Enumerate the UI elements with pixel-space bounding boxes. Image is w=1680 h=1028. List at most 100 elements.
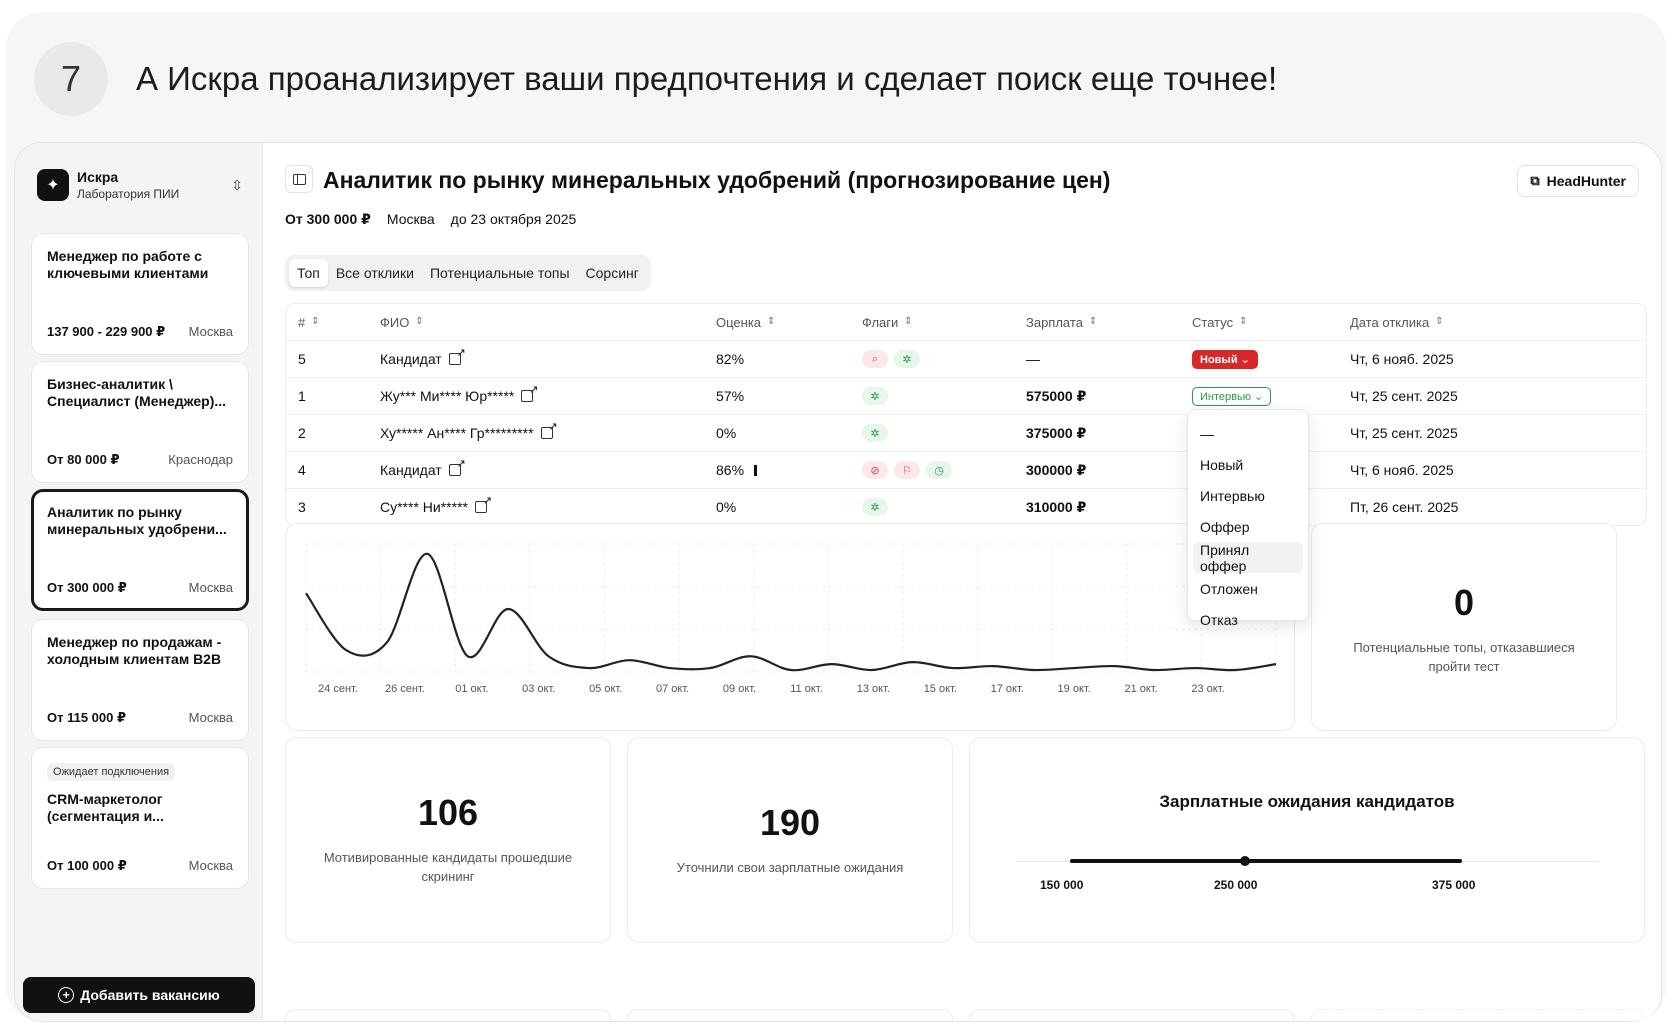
candidate-salary: —	[1026, 351, 1040, 367]
vacancy-card[interactable]: Бизнес-аналитик \ Специалист (Менеджер).…	[31, 361, 249, 483]
card-partial	[627, 1009, 953, 1021]
table-row[interactable]: 2 Ху***** Ан**** Гр********* 0% ✲ 375000…	[286, 414, 1646, 451]
headhunter-label: HeadHunter	[1546, 173, 1626, 189]
range-median-marker[interactable]	[1240, 856, 1250, 866]
column-header-score[interactable]: Оценка ⇕	[716, 304, 775, 340]
candidate-name-link[interactable]: Кандидат	[380, 341, 466, 377]
row-number: 3	[298, 499, 306, 515]
table-row[interactable]: 3 Су**** Ни***** 0% ✲ 310000 ₽ Пт, 26 се…	[286, 488, 1646, 525]
sparkle-flag-icon: ✲	[862, 424, 888, 442]
candidate-flags: ✲	[862, 415, 894, 451]
org-name: Искра	[77, 169, 119, 185]
candidate-salary: 375000 ₽	[1026, 424, 1087, 441]
flag-icon: ⚐	[894, 461, 920, 479]
chart-x-tick-label: 23 окт.	[1191, 683, 1224, 695]
response-date: Чт, 6 нояб. 2025	[1350, 351, 1454, 367]
vacancy-salary: От 115 000 ₽	[47, 710, 127, 725]
range-min-label: 150 000	[1040, 878, 1084, 892]
sparkle-flag-icon: ✲	[862, 498, 888, 516]
candidate-score: 57%	[716, 388, 745, 404]
vacancy-card[interactable]: Менеджер по продажам - холодным клиентам…	[31, 619, 249, 741]
clarified-label: Уточнили свои зарплатные ожидания	[676, 860, 904, 875]
vacancy-title: Аналитик по рынку минеральных удобрени..…	[47, 504, 227, 537]
chart-x-tick-label: 21 окт.	[1124, 683, 1157, 695]
candidate-name-link[interactable]: Жу*** Ми**** Юр*****	[380, 378, 538, 414]
column-header-status[interactable]: Статус ⇕	[1192, 304, 1248, 340]
motivated-value: 106	[417, 792, 479, 833]
external-link-icon	[448, 346, 466, 365]
vacancy-city: Москва	[188, 858, 233, 873]
candidate-name-link[interactable]: Ху***** Ан**** Гр*********	[380, 415, 558, 451]
candidate-name-link[interactable]: Кандидат	[380, 452, 466, 488]
vacancy-deadline: до 23 октября 2025	[450, 211, 577, 227]
salary-range-title: Зарплатные ожидания кандидатов	[1159, 792, 1455, 811]
sort-icon: ⇕	[1435, 316, 1444, 327]
chart-series-line	[305, 552, 1277, 672]
candidate-score: 82%	[716, 351, 745, 367]
chart-x-tick-label: 05 окт.	[589, 683, 622, 695]
chart-x-tick-label: 07 окт.	[656, 683, 689, 695]
motivated-card: 106 Мотивированные кандидаты прошедшие с…	[285, 737, 611, 943]
sort-icon: ⇕	[415, 316, 424, 327]
vacancy-card[interactable]: Менеджер по работе с ключевыми клиентами…	[31, 233, 249, 355]
column-header-salary[interactable]: Зарплата ⇕	[1026, 304, 1097, 340]
status-option-none[interactable]: —	[1193, 418, 1303, 449]
table-row[interactable]: 1 Жу*** Ми**** Юр***** 57% ✲ 575000 ₽ Ин…	[286, 377, 1646, 414]
vacancy-card[interactable]: Ожидает подключения CRM-маркетолог (сегм…	[31, 747, 249, 889]
row-number: 2	[298, 425, 306, 441]
step-heading: А Искра проанализирует ваши предпочтения…	[136, 60, 1278, 97]
chevron-up-down-icon: ⇳	[231, 176, 243, 193]
status-option-accepted-offer[interactable]: Принял оффер	[1193, 542, 1303, 574]
status-option-new[interactable]: Новый	[1193, 449, 1303, 480]
row-number: 5	[298, 351, 306, 367]
candidate-score: 0%	[716, 499, 737, 515]
column-header-flags[interactable]: Флаги ⇕	[862, 304, 913, 340]
table-row[interactable]: 4 Кандидат 86% ⊘ ⚐ ◷ 300000 ₽ Чт, 6 нояб. …	[286, 451, 1646, 488]
candidate-score: 0%	[716, 425, 737, 441]
status-option-interview[interactable]: Интервью	[1193, 480, 1303, 511]
column-header-date[interactable]: Дата отклика ⇕	[1350, 304, 1444, 340]
vacancy-salary: От 300 000 ₽	[285, 211, 371, 227]
column-header-num[interactable]: # ⇕	[298, 304, 320, 340]
status-badge-new: Новый ⌄	[1192, 349, 1258, 369]
response-date: Чт, 25 сент. 2025	[1350, 425, 1458, 441]
status-badge-interview: Интервью ⌄	[1192, 386, 1272, 406]
candidate-flags: ⌕ ✲	[862, 341, 926, 377]
response-date: Пт, 26 сент. 2025	[1350, 499, 1459, 515]
vacancy-title: Менеджер по продажам - холодным клиентам…	[47, 634, 222, 667]
external-link-icon: ⧉	[1530, 173, 1540, 188]
candidate-name-link[interactable]: Су**** Ни*****	[380, 489, 492, 525]
column-header-name[interactable]: ФИО ⇕	[380, 304, 424, 340]
status-option-postponed[interactable]: Отложен	[1193, 573, 1303, 604]
range-bar	[1070, 859, 1462, 863]
page: 7 А Искра проанализирует ваши предпочтен…	[6, 12, 1666, 1022]
chart-x-tick-label: 15 окт.	[924, 683, 957, 695]
salary-range-card: Зарплатные ожидания кандидатов 150 000 2…	[969, 737, 1645, 943]
status-select[interactable]: Новый ⌄	[1192, 341, 1258, 377]
add-vacancy-button[interactable]: + Добавить вакансию	[23, 977, 255, 1013]
chart-x-tick-label: 19 окт.	[1058, 683, 1091, 695]
text-cursor	[754, 464, 758, 476]
table-row[interactable]: 5 Кандидат 82% ⌕✲ — Новый ⌄ Чт, 6 нояб. …	[286, 340, 1646, 377]
org-switcher[interactable]: ✦ Искра Лаборатория ПИИ ⇳	[37, 165, 243, 205]
candidate-score: 86%	[716, 452, 758, 488]
vacancy-city: Москва	[188, 580, 233, 595]
sidebar-toggle-button[interactable]	[285, 165, 313, 193]
sort-icon: ⇕	[1239, 316, 1248, 327]
vacancy-card-active[interactable]: Аналитик по рынку минеральных удобрени..…	[31, 489, 249, 611]
tab-all-responses[interactable]: Все отклики	[328, 259, 422, 287]
external-link-icon	[474, 494, 492, 513]
plus-circle-icon: +	[58, 987, 75, 1003]
status-option-rejected[interactable]: Отказ	[1193, 604, 1303, 635]
declined-test-card: 0 Потенциальные топы, отказавшиеся пройт…	[1311, 523, 1617, 731]
tab-potential-tops[interactable]: Потенциальные топы	[422, 259, 578, 287]
candidate-salary: 310000 ₽	[1026, 498, 1087, 515]
vacancy-salary: От 80 000 ₽	[47, 452, 120, 467]
tab-top[interactable]: Топ	[289, 259, 328, 287]
vacancy-title: Бизнес-аналитик \ Специалист (Менеджер).…	[47, 376, 227, 409]
headhunter-link-button[interactable]: ⧉ HeadHunter	[1517, 165, 1639, 197]
vacancy-city: Краснодар	[168, 452, 233, 467]
status-option-offer[interactable]: Оффер	[1193, 511, 1303, 542]
chart-x-tick-label: 11 окт.	[790, 683, 822, 695]
tab-sourcing[interactable]: Сорсинг	[578, 259, 647, 287]
